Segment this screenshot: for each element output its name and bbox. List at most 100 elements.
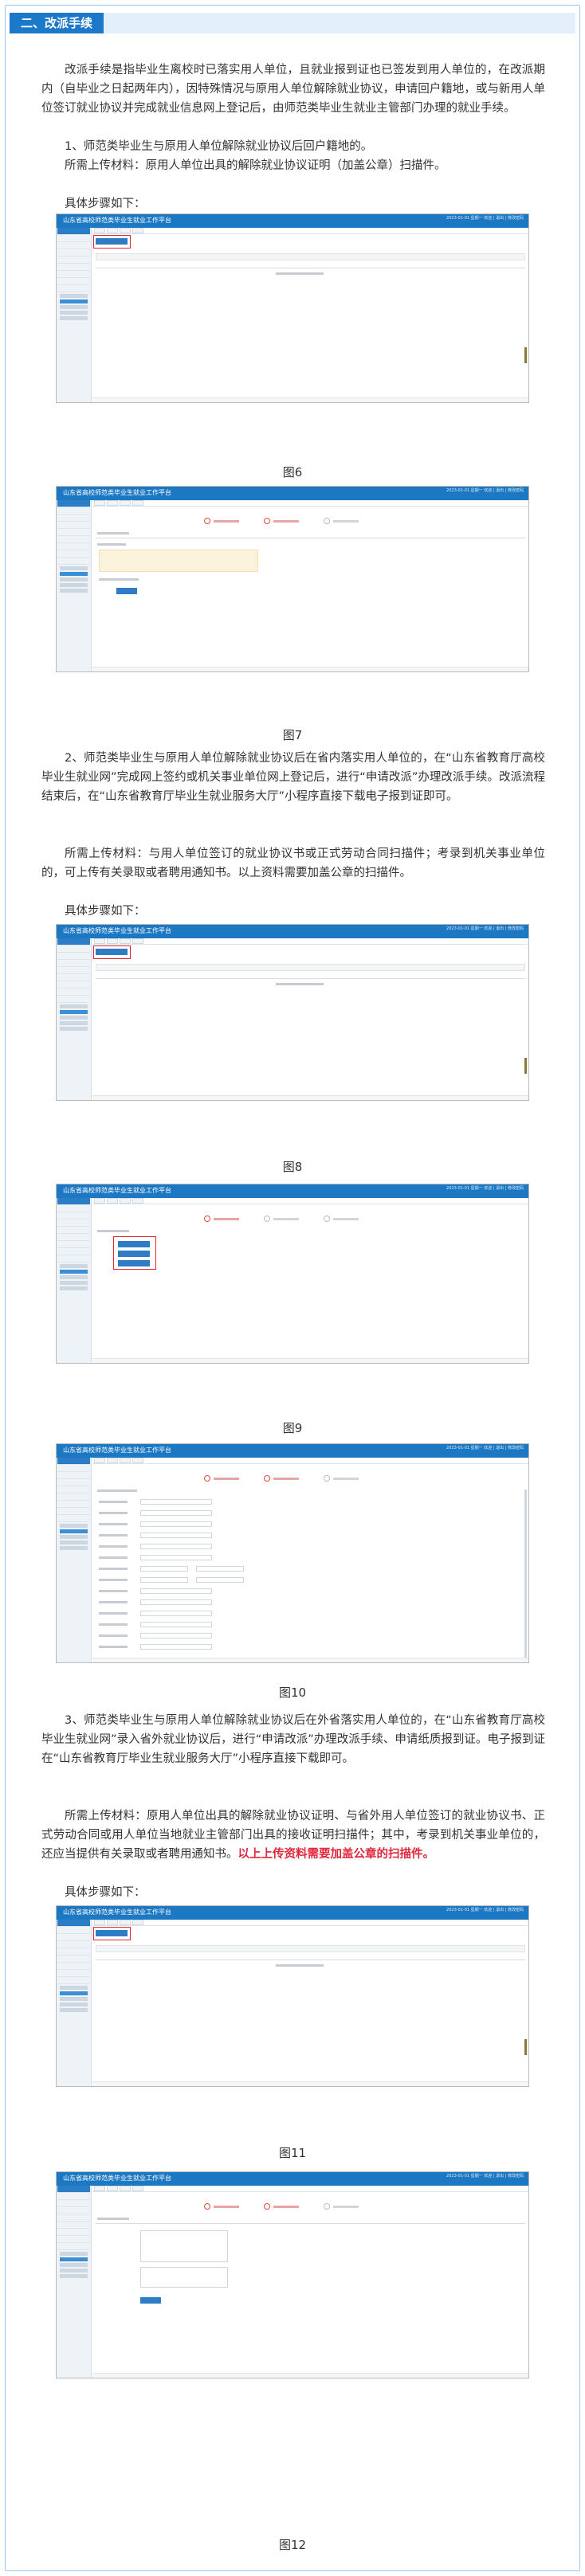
screen-sidebar-subitem xyxy=(60,1004,88,1008)
screen-tab xyxy=(132,500,143,506)
screen-sidebar-subitem xyxy=(60,1986,88,1990)
screen-sidebar-item xyxy=(57,2200,90,2207)
screen-sidebar xyxy=(57,938,92,1100)
screen-sidebar-item xyxy=(57,1479,90,1486)
section-label xyxy=(97,532,129,534)
section-label xyxy=(97,1230,129,1232)
screen-main xyxy=(92,500,528,671)
screen-sidebar-item xyxy=(57,2186,90,2193)
screen-sidebar-subitem xyxy=(60,566,88,570)
caption-fig8: 图8 xyxy=(282,1160,303,1174)
screen-footer xyxy=(92,1658,528,1662)
screen-sidebar-subitem xyxy=(60,583,88,587)
screen-sidebar-item xyxy=(57,550,90,558)
step3-heading: 3、师范类毕业生与原用人单位解除就业协议后在外省落实用人单位的，在“山东省教育厅… xyxy=(41,1714,545,1765)
screen-sidebar-subitem xyxy=(60,1016,88,1020)
screen-sidebar-subitem xyxy=(60,2257,88,2261)
screen-sidebar-item xyxy=(57,285,90,292)
section-header: 二、改派手续 xyxy=(10,13,104,33)
screen-pagination xyxy=(276,272,324,275)
screen-scrollbar xyxy=(524,347,527,363)
screen-tab xyxy=(94,1920,105,1925)
screen-footer xyxy=(92,397,528,402)
screen-user-info: 2023-01-01 星期一 欢迎 | 退出 | 修改密码 xyxy=(446,1908,524,1912)
screen-sidebar-subitem xyxy=(60,1021,88,1025)
screen-tab xyxy=(94,228,105,233)
screen-tab xyxy=(120,2186,131,2191)
screen-sidebar-subitem xyxy=(60,305,88,309)
form-field xyxy=(140,1555,212,1560)
screen-tab xyxy=(107,228,118,233)
process-step xyxy=(264,1475,270,1482)
form-field xyxy=(140,1566,188,1572)
screen-footer xyxy=(92,2081,528,2086)
screen-sidebar-item xyxy=(57,278,90,285)
divider xyxy=(96,2223,525,2224)
screen-sidebar-item xyxy=(57,2243,90,2250)
screen-sidebar-item xyxy=(57,1501,90,1508)
step1-steps-label: 具体步骤如下： xyxy=(65,198,146,210)
process-step xyxy=(324,2203,330,2210)
screen-main xyxy=(92,228,528,402)
screen-main xyxy=(92,1920,528,2086)
screen-sidebar-item xyxy=(57,1472,90,1479)
screen-sidebar-item xyxy=(57,507,90,515)
process-step-label xyxy=(273,1478,299,1480)
screen-tab xyxy=(107,1458,118,1463)
screen-sidebar-item xyxy=(57,938,90,945)
process-step xyxy=(204,1216,210,1222)
upload-area xyxy=(140,2267,228,2288)
form-field xyxy=(140,1611,212,1616)
highlight-box xyxy=(93,1927,131,1940)
screen-sidebar-subitem xyxy=(60,1524,88,1528)
screen-sidebar-item xyxy=(57,1934,90,1941)
form-label xyxy=(99,1568,128,1570)
screen-sidebar-item xyxy=(57,1255,90,1263)
screen-sidebar-item xyxy=(57,989,90,996)
form-label xyxy=(99,1512,128,1514)
screen-tab xyxy=(107,500,118,506)
caption-fig9: 图9 xyxy=(282,1421,303,1435)
screen-title: 山东省高校师范类毕业生就业工作平台 xyxy=(63,1187,171,1194)
screen-sidebar-subitem xyxy=(60,2274,88,2278)
screen-tab xyxy=(94,500,105,506)
screen-tab xyxy=(94,2186,105,2191)
process-step xyxy=(204,2203,210,2210)
screen-sidebar-subitem xyxy=(60,1275,88,1279)
screen-tab xyxy=(120,1458,131,1463)
form-label xyxy=(99,1590,128,1592)
form-label xyxy=(99,1545,128,1548)
process-step xyxy=(264,518,270,524)
screen-sidebar-item xyxy=(57,1494,90,1501)
screen-sidebar-subitem xyxy=(60,1546,88,1550)
screenshot-fig10: 山东省高校师范类毕业生就业工作平台 2023-01-01 星期一 欢迎 | 退出 … xyxy=(56,1443,529,1663)
screen-sidebar-item xyxy=(57,1486,90,1494)
process-step-label xyxy=(273,2206,299,2208)
form-label xyxy=(99,1501,128,1503)
form-label xyxy=(99,1646,128,1648)
screen-scrollbar xyxy=(524,1490,527,1662)
process-step-label xyxy=(333,2206,359,2208)
screen-tab xyxy=(132,1198,143,1204)
screen-tab xyxy=(94,938,105,944)
screen-user-info: 2023-01-01 星期一 欢迎 | 退出 | 修改密码 xyxy=(446,216,524,221)
screenshot-fig12: 山东省高校师范类毕业生就业工作平台 2023-01-01 星期一 欢迎 | 退出 … xyxy=(56,2171,529,2378)
screen-tab xyxy=(132,1920,143,1925)
form-label xyxy=(99,1523,128,1525)
form-field xyxy=(196,1566,244,1572)
screen-sidebar-item xyxy=(57,558,90,565)
screen-sidebar-item xyxy=(57,2229,90,2236)
screen-footer xyxy=(92,1095,528,1100)
screen-sidebar-item xyxy=(57,967,90,974)
screen-sidebar-item xyxy=(57,529,90,536)
form-field xyxy=(140,1633,212,1638)
screen-scrollbar xyxy=(524,2039,527,2055)
caption-fig12: 图12 xyxy=(278,2538,307,2552)
screen-sidebar-subitem xyxy=(60,1286,88,1290)
upload-field-label xyxy=(99,578,139,581)
screen-pagination xyxy=(276,1964,324,1967)
screen-sidebar-item xyxy=(57,1219,90,1227)
screen-tab xyxy=(94,1198,105,1204)
screen-sidebar-item xyxy=(57,2214,90,2222)
caption-fig7: 图7 xyxy=(282,728,303,742)
